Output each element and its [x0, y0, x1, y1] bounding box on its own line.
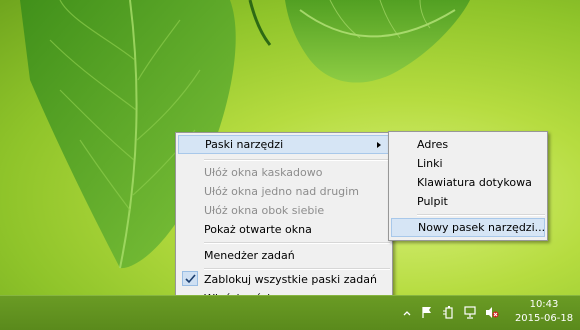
menu-item-lock-taskbars[interactable]: Zablokuj wszystkie paski zadań: [178, 270, 390, 289]
submenu-item-desktop[interactable]: Pulpit: [391, 192, 545, 211]
menu-item-label: Linki: [417, 157, 443, 170]
menu-item-stack-windows[interactable]: Ułóż okna jedno nad drugim: [178, 182, 390, 201]
menu-item-task-manager[interactable]: Menedżer zadań: [178, 246, 390, 265]
menu-separator: [417, 214, 545, 216]
volume-muted-icon[interactable]: [485, 306, 499, 318]
menu-item-label: Ułóż okna jedno nad drugim: [204, 185, 359, 198]
menu-item-cascade-windows[interactable]: Ułóż okna kaskadowo: [178, 163, 390, 182]
submenu-item-new-toolbar[interactable]: Nowy pasek narzędzi...: [391, 218, 545, 237]
menu-item-label: Zablokuj wszystkie paski zadań: [204, 273, 377, 286]
taskbar[interactable]: 10:43 2015-06-18: [0, 295, 580, 330]
menu-item-label: Menedżer zadań: [204, 249, 295, 262]
menu-item-side-by-side[interactable]: Ułóż okna obok siebie: [178, 201, 390, 220]
show-hidden-icons-chevron-icon[interactable]: [403, 307, 411, 316]
menu-item-label: Ułóż okna kaskadowo: [204, 166, 323, 179]
network-icon[interactable]: [464, 306, 476, 319]
menu-item-label: Adres: [417, 138, 449, 151]
taskbar-context-menu: Paski narzędzi Ułóż okna kaskadowo Ułóż …: [175, 132, 393, 308]
submenu-item-touch-keyboard[interactable]: Klawiatura dotykowa: [391, 173, 545, 192]
menu-item-label: Klawiatura dotykowa: [417, 176, 532, 189]
menu-item-label: Pokaż otwarte okna: [204, 223, 312, 236]
power-battery-icon[interactable]: [443, 306, 455, 319]
menu-item-label: Ułóż okna obok siebie: [204, 204, 325, 217]
menu-item-show-desktop[interactable]: Pokaż otwarte okna: [178, 220, 390, 239]
menu-item-label: Pulpit: [417, 195, 448, 208]
submenu-arrow-icon: [377, 142, 381, 148]
clock-time: 10:43: [529, 299, 559, 310]
flag-icon[interactable]: [421, 306, 433, 318]
clock-date: 2015-06-18: [514, 313, 574, 324]
menu-item-toolbars[interactable]: Paski narzędzi: [178, 135, 390, 154]
menu-separator: [204, 159, 390, 161]
menu-item-label: Paski narzędzi: [205, 138, 284, 151]
submenu-item-links[interactable]: Linki: [391, 154, 545, 173]
toolbars-submenu: Adres Linki Klawiatura dotykowa Pulpit N…: [388, 131, 548, 241]
taskbar-clock[interactable]: 10:43 2015-06-18: [514, 298, 574, 326]
menu-item-label: Nowy pasek narzędzi...: [418, 221, 546, 234]
submenu-item-address[interactable]: Adres: [391, 135, 545, 154]
menu-separator: [204, 242, 390, 244]
checkmark-icon: [182, 271, 198, 286]
